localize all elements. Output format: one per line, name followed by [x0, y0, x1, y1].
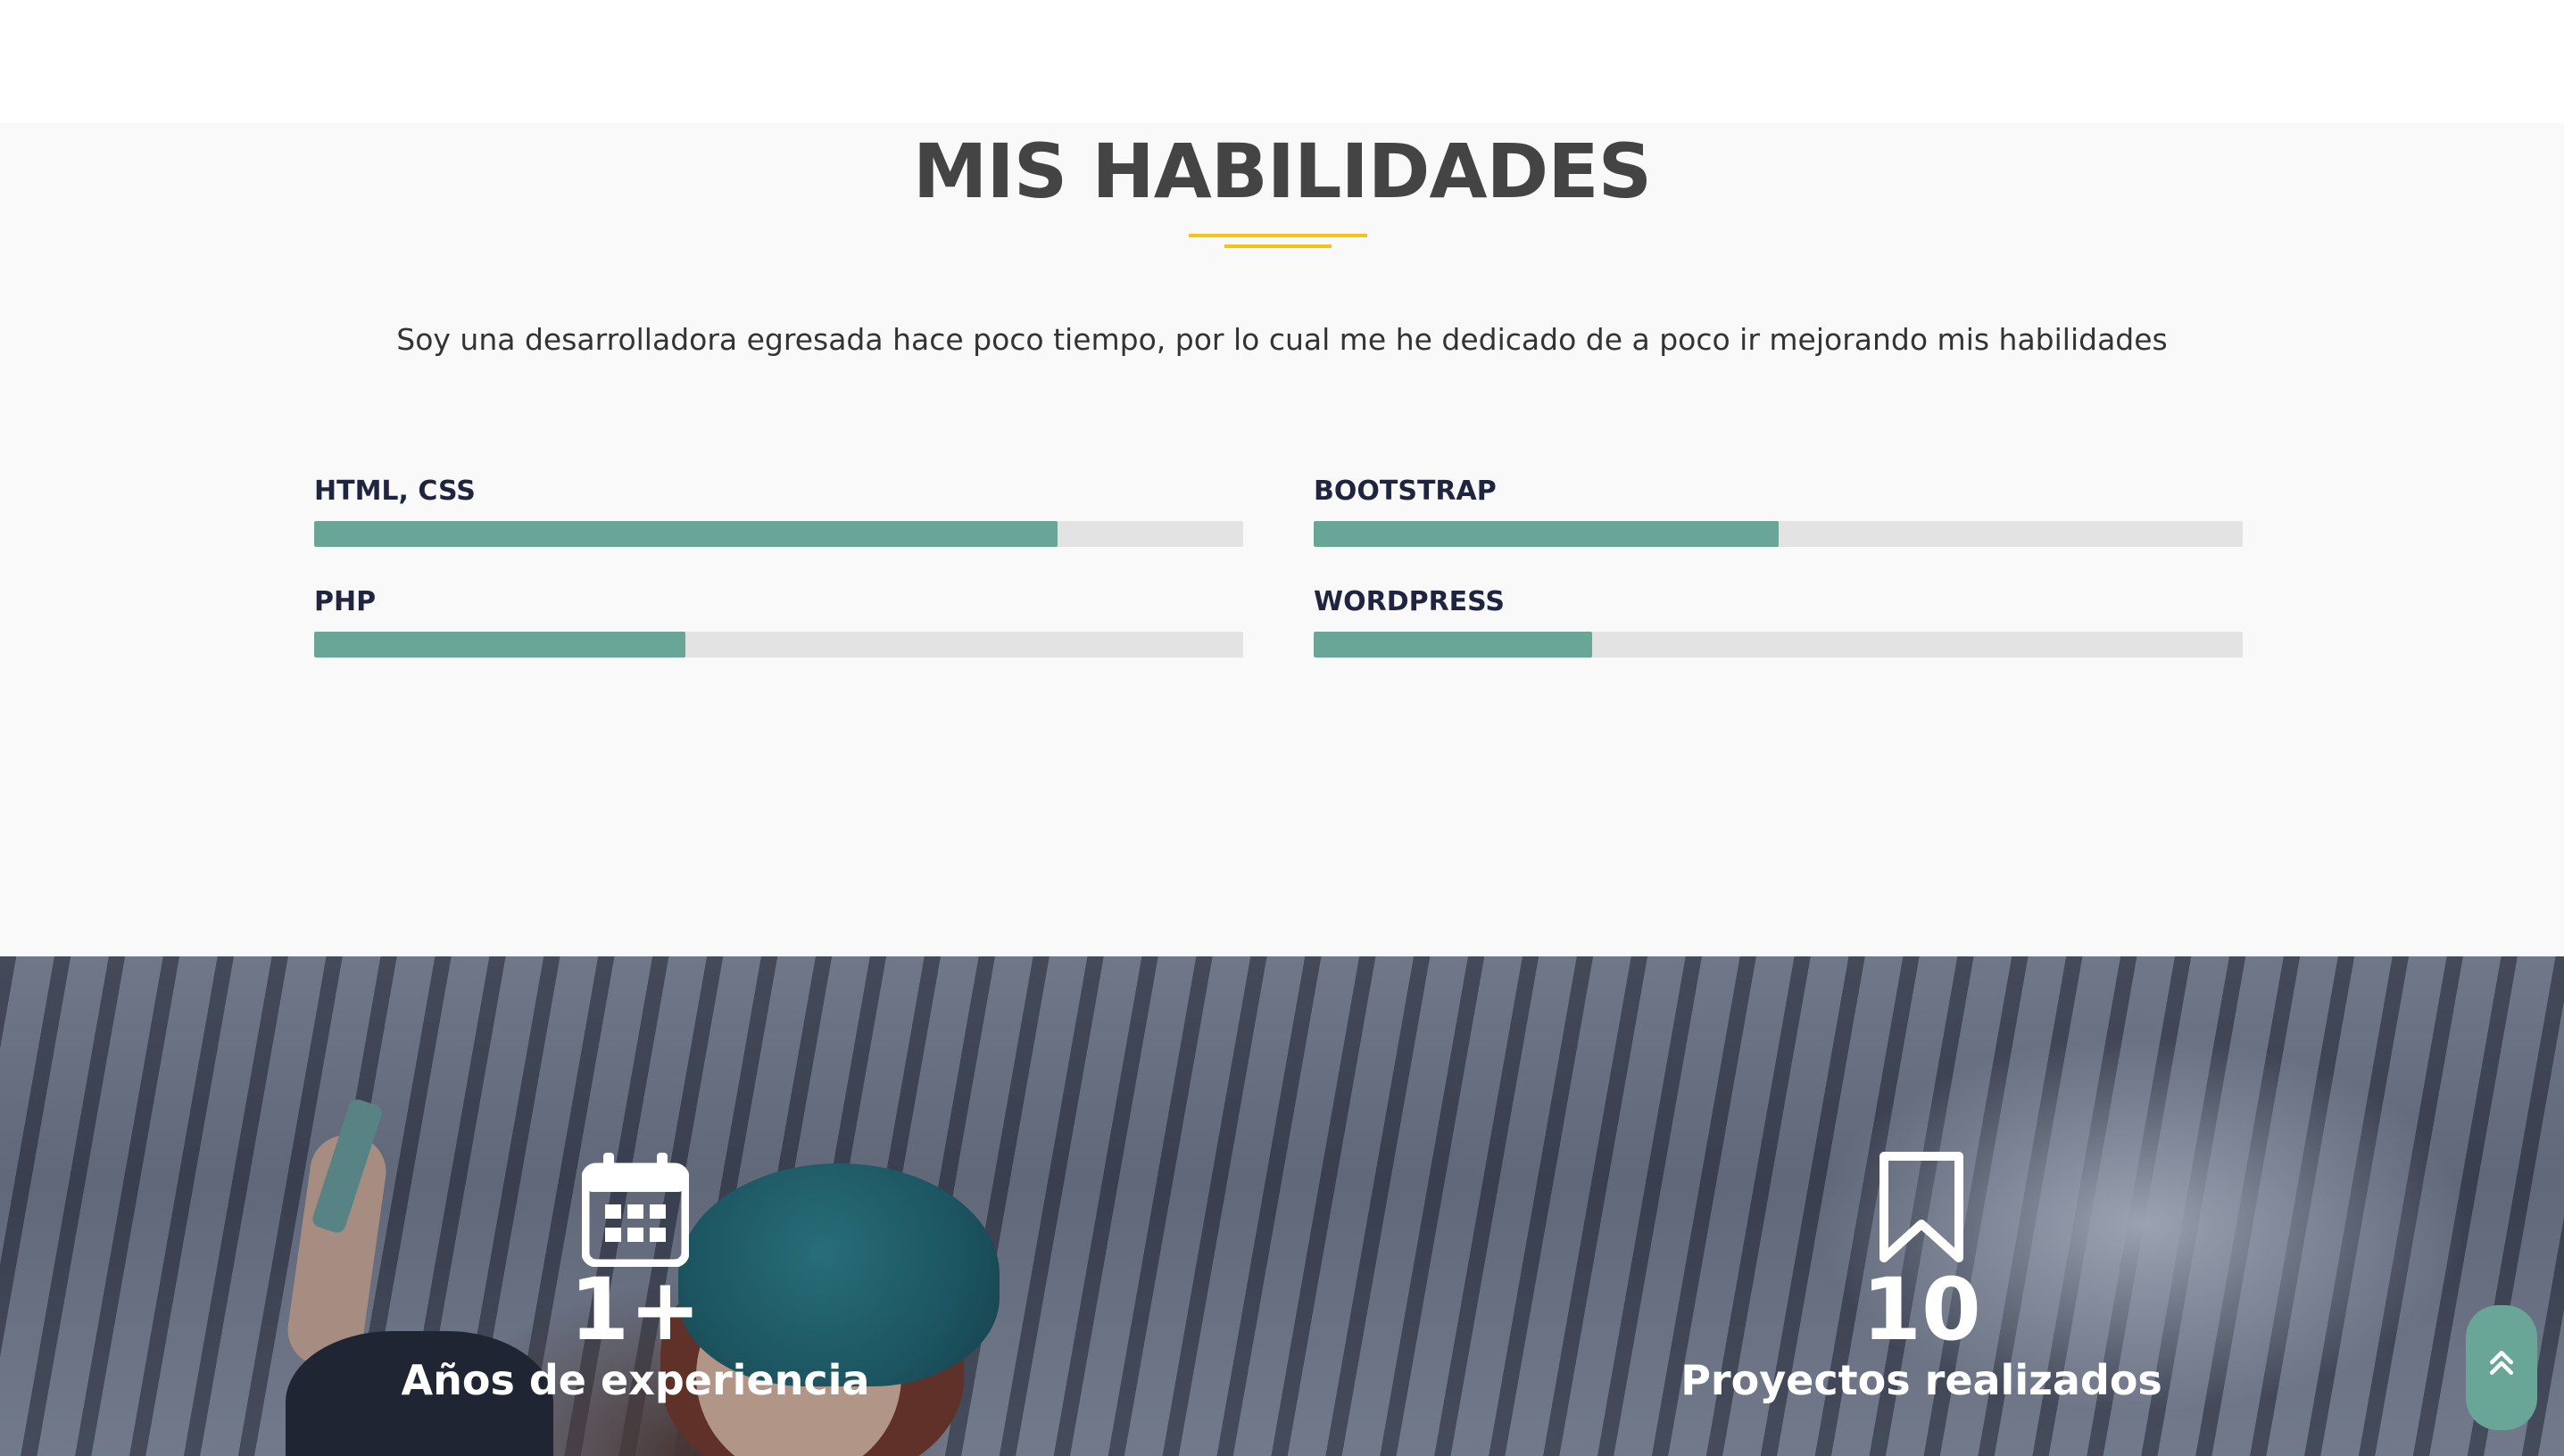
- stat-number: 1+: [569, 1260, 701, 1360]
- skill-php: PHP: [314, 589, 1243, 658]
- skill-progress-fill: [1314, 521, 1779, 547]
- skill-progress-fill: [1314, 632, 1593, 658]
- stat-number: 10: [1862, 1260, 1981, 1360]
- skills-intro: Soy una desarrolladora egresada hace poc…: [396, 322, 2168, 357]
- skill-label: PHP: [314, 586, 377, 617]
- skill-label: BOOTSTRAP: [1314, 476, 1497, 507]
- skill-label: WORDPRESS: [1314, 586, 1506, 617]
- back-to-top-button[interactable]: [2466, 1305, 2537, 1430]
- skill-wordpress: WORDPRESS: [1314, 589, 2243, 658]
- skill-html-css: HTML, CSS: [314, 478, 1243, 547]
- stat-years-experience: 1+ Años de experiencia: [323, 1151, 948, 1401]
- bookmark-icon: [1879, 1152, 1963, 1262]
- skill-label: HTML, CSS: [314, 476, 476, 507]
- skill-progress-track: [314, 521, 1243, 547]
- skills-title: MIS HABILIDADES: [912, 128, 1652, 215]
- double-chevron-up-icon: [2489, 1350, 2514, 1375]
- calendar-icon: [582, 1153, 689, 1267]
- stat-label: Años de experiencia: [401, 1356, 870, 1404]
- skill-progress-track: [314, 632, 1243, 658]
- skill-bootstrap: BOOTSTRAP: [1314, 478, 2243, 547]
- skill-progress-track: [1314, 632, 2243, 658]
- top-band: [0, 0, 2564, 123]
- skill-progress-fill: [314, 521, 1058, 547]
- title-underline-long: [1189, 234, 1367, 237]
- stat-projects-completed: 10 Proyectos realizados: [1609, 1151, 2234, 1401]
- skill-progress-fill: [314, 632, 686, 658]
- skill-progress-track: [1314, 521, 2243, 547]
- title-underline-short: [1224, 244, 1332, 248]
- stat-label: Proyectos realizados: [1680, 1356, 2162, 1404]
